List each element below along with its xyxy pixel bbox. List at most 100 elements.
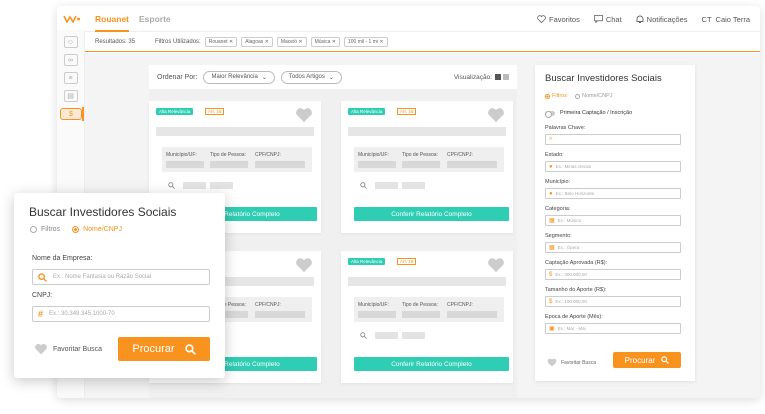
result-card: Alta Relevância Art. 18 Município/UF: Ti…: [341, 101, 513, 233]
state-input[interactable]: ● Ex.: Minas Gerais: [545, 161, 681, 172]
city-input[interactable]: ● Ex.: Belo Horizonte: [545, 188, 681, 199]
articles-dropdown[interactable]: Todos Artigos ⌄: [280, 70, 342, 84]
heart-icon[interactable]: [487, 107, 505, 123]
heart-icon: [547, 358, 557, 367]
relevance-badge: Alta Relevância: [348, 258, 386, 265]
filter-chip[interactable]: Alagoas ✕: [241, 36, 273, 47]
approved-capture-input[interactable]: $ Ex.: 300.000,00: [545, 269, 681, 280]
radio-nome-cnpj[interactable]: [72, 226, 80, 233]
favorite-search-link[interactable]: Favoritar Busca: [547, 358, 596, 367]
dollar-icon: $: [549, 271, 553, 278]
radio-filtros[interactable]: [545, 93, 550, 99]
filter-chip[interactable]: 100 mil - 1 mi ✕: [343, 36, 388, 47]
grid-icon: ▦: [549, 245, 555, 251]
link-icon[interactable]: ∞: [63, 54, 78, 66]
order-label: Ordenar Por:: [157, 73, 198, 81]
search-button[interactable]: Procurar: [613, 352, 681, 368]
search-filters-panel: Buscar Investidores Sociais Filtros Nome…: [535, 65, 695, 381]
title-placeholder: [156, 127, 314, 136]
filter-chip[interactable]: Música ✕: [310, 36, 340, 47]
notificacoes-link[interactable]: Notificações: [636, 15, 688, 24]
visualization-toggle: Visualização:: [454, 65, 509, 89]
info-table: Município/UF: Tipo de Pessoa: CPF/CNPJ:: [162, 147, 312, 172]
filter-chip[interactable]: Maceió ✕: [276, 36, 307, 47]
user-icon[interactable]: ☺: [63, 36, 78, 48]
list-view-icon[interactable]: [503, 74, 509, 80]
contribution-size-input[interactable]: $ Ex.: 100.000,00: [545, 296, 681, 307]
sort-bar: Ordenar Por: Maior Relevância ⌄ Todos Art…: [149, 65, 517, 89]
calendar-icon: ▣: [549, 326, 555, 332]
contribution-period-input[interactable]: ▣ Ex.: Mar - Mai: [545, 323, 681, 334]
dollar-nav-icon[interactable]: $: [60, 107, 84, 121]
heart-icon[interactable]: [487, 257, 505, 273]
search-mode-radios: Filtros Nome/CNPJ: [30, 226, 122, 233]
grid-icon: ▦: [549, 218, 555, 224]
report-button[interactable]: Conferir Relatório Completo: [354, 207, 509, 221]
segment-input[interactable]: ▦ Ex.: Ópera: [545, 242, 681, 253]
heart-icon[interactable]: [295, 257, 313, 273]
panel-title: Buscar Investidores Sociais: [545, 73, 662, 84]
search-row: [360, 332, 425, 339]
keywords-input[interactable]: ⌕: [545, 134, 681, 145]
panel-title: Buscar Investidores Sociais: [29, 205, 177, 219]
bell-icon: [636, 15, 644, 23]
search-row: [168, 182, 233, 189]
field-label: Categoria:: [545, 206, 571, 212]
category-input[interactable]: ▦ Ex.: Música: [545, 215, 681, 226]
grid-view-icon[interactable]: [495, 74, 501, 80]
favoritos-link[interactable]: Favoritos: [537, 15, 580, 24]
tab-esporte[interactable]: Esporte: [139, 6, 171, 32]
search-icon: [168, 182, 175, 189]
field-label: Estado:: [545, 152, 564, 158]
report-icon[interactable]: ▤: [63, 90, 78, 102]
chat-link[interactable]: Chat: [593, 15, 622, 24]
hash-icon: #: [38, 309, 44, 319]
field-label: Época de Aporte (Mês):: [545, 314, 603, 320]
title-placeholder: [348, 277, 506, 286]
cnpj-input[interactable]: # Ex.: 30.349.345.1000-70: [32, 306, 210, 322]
report-button[interactable]: Conferir Relatório Completo: [354, 357, 509, 371]
toggle-switch[interactable]: [545, 110, 555, 118]
search-button[interactable]: Procurar: [118, 337, 210, 361]
search-icon: [661, 356, 670, 364]
pin-icon: ●: [549, 190, 553, 197]
heart-icon: [35, 343, 47, 355]
doc-icon[interactable]: ≡: [63, 72, 78, 84]
filters-used-label: Filtros Utilizados:: [155, 38, 201, 45]
first-capture-toggle[interactable]: Primeira Captação / Inscrição: [545, 110, 632, 118]
favorite-search-link[interactable]: Favoritar Busca: [34, 343, 102, 355]
tab-rouanet[interactable]: Rouanet: [95, 6, 129, 32]
search-icon: ⌕: [549, 136, 553, 142]
wn-logo-icon[interactable]: [59, 8, 85, 30]
heart-icon[interactable]: [295, 107, 313, 123]
filter-chip[interactable]: Rouanet ✕: [204, 36, 238, 47]
avatar: CT: [701, 14, 712, 24]
chevron-down-icon: ⌄: [328, 74, 334, 81]
info-table: Município/UF: Tipo de Pessoa: CPF/CNPJ:: [354, 297, 504, 322]
radio-filtros[interactable]: [30, 226, 37, 233]
radio-nome-cnpj[interactable]: [574, 93, 580, 99]
search-icon: [184, 343, 196, 355]
cnpj-label: CNPJ:: [32, 292, 53, 299]
article-badge: Art. 18: [205, 108, 225, 115]
article-badge: Art. 18: [397, 108, 417, 115]
pin-icon: ●: [549, 163, 553, 170]
company-label: Nome da Empresa:: [32, 255, 93, 262]
user-menu[interactable]: CT Caio Terra: [702, 15, 750, 24]
search-row: [360, 182, 425, 189]
top-bar: Rouanet Esporte Favoritos Chat Notificaç…: [85, 6, 760, 32]
dollar-icon: $: [549, 298, 553, 305]
order-dropdown[interactable]: Maior Relevância ⌄: [203, 70, 275, 84]
info-table: Município/UF: Tipo de Pessoa: CPF/CNPJ:: [354, 147, 504, 172]
search-icon: [360, 182, 367, 189]
article-badge: Art. 18: [397, 258, 417, 265]
field-label: Palavras Chave:: [545, 125, 586, 131]
chat-icon: [593, 15, 603, 23]
search-icon: [360, 332, 367, 339]
top-right-nav: Favoritos Chat Notificações CT Caio Terr…: [523, 6, 750, 32]
company-name-input[interactable]: Ex.: Nome Fantasia ou Razão Social: [32, 269, 210, 285]
result-card: Alta Relevância Art. 18 Município/UF: Ti…: [341, 251, 513, 383]
relevance-badge: Alta Relevância: [156, 108, 194, 115]
heart-icon: [537, 15, 546, 23]
field-label: Município:: [545, 179, 571, 185]
